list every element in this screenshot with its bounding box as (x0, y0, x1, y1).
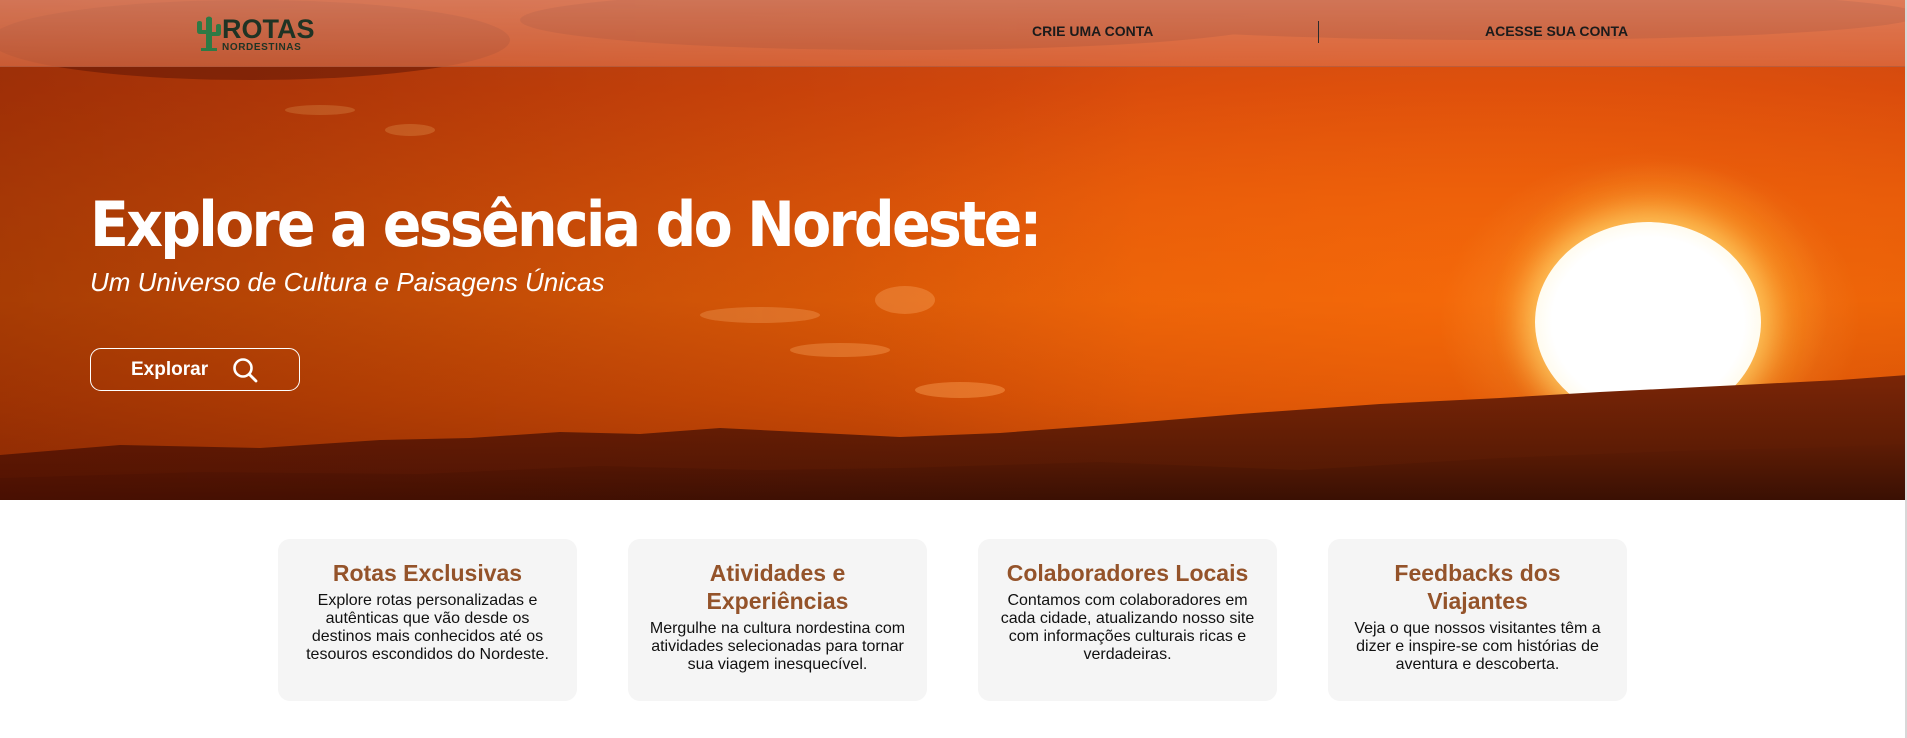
hero-subtitle: Um Universo de Cultura e Paisagens Única… (90, 267, 605, 297)
login-link[interactable]: ACESSE SUA CONTA (1485, 23, 1628, 39)
feature-title: Feedbacks dos Viajantes (1394, 560, 1561, 614)
feature-card-rotas-exclusivas: Rotas Exclusivas Explore rotas personali… (278, 539, 577, 701)
explore-button-label: Explorar (131, 358, 209, 380)
feature-description: Explore rotas personalizadas e autêntica… (306, 592, 549, 663)
brand-name: ROTAS (222, 13, 315, 44)
cactus-icon (197, 16, 221, 51)
top-navbar: ROTAS NORDESTINAS CRIE UMA CONTA ACESSE … (0, 0, 1907, 67)
explore-button[interactable]: Explorar (90, 348, 300, 391)
features-section: Rotas Exclusivas Explore rotas personali… (278, 539, 1628, 701)
search-icon (233, 358, 258, 383)
feature-description: Veja o que nossos visitantes têm a dizer… (1354, 620, 1601, 673)
feature-card-feedbacks: Feedbacks dos Viajantes Veja o que nosso… (1328, 539, 1627, 701)
feature-card-atividades: Atividades e Experiências Mergulhe na cu… (628, 539, 927, 701)
brand-logo[interactable]: ROTAS NORDESTINAS (192, 13, 315, 55)
feature-card-colaboradores: Colaboradores Locais Contamos com colabo… (978, 539, 1277, 701)
feature-description: Mergulhe na cultura nordestina com ativi… (649, 620, 906, 673)
feature-description: Contamos com colaboradores em cada cidad… (1000, 592, 1255, 663)
create-account-link[interactable]: CRIE UMA CONTA (1032, 23, 1153, 39)
feature-title: Rotas Exclusivas (332, 560, 523, 586)
feature-title: Colaboradores Locais (1006, 560, 1249, 586)
nav-divider (1318, 21, 1319, 43)
feature-title: Atividades e Experiências (706, 560, 849, 614)
hero-title: Explore a essência do Nordeste: (90, 188, 1042, 261)
brand-tagline: NORDESTINAS (222, 41, 302, 53)
